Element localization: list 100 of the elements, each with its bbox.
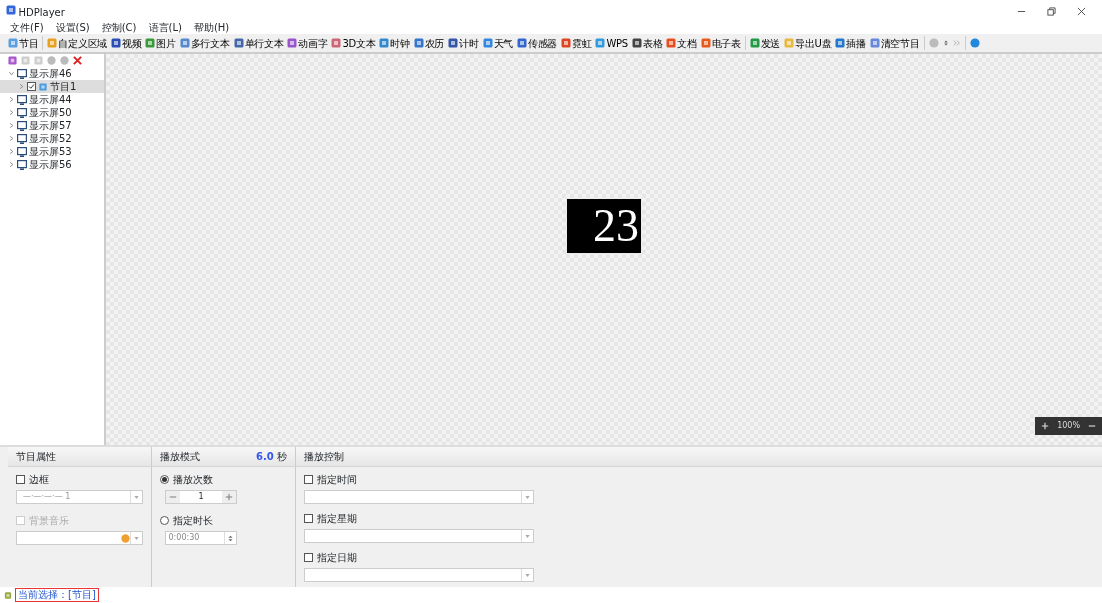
tool-icon (145, 38, 156, 48)
dropdown-arrow-icon (524, 493, 531, 501)
toolbar-button[interactable]: 发送 (747, 34, 783, 52)
led-text: 23 (567, 198, 641, 253)
menu-item[interactable]: 文件(F) (10, 19, 44, 35)
restore-icon (1046, 6, 1056, 16)
tool-icon (331, 38, 342, 48)
spinner-arrows-icon (227, 533, 234, 543)
window-title: HDPlayer (18, 6, 66, 20)
monitor-icon (17, 94, 27, 105)
plus-icon (1041, 422, 1050, 430)
time-field[interactable]: 0:00:30 (165, 531, 237, 545)
toolbar-button[interactable]: 传感器 (514, 34, 560, 52)
close-icon (1076, 6, 1086, 16)
menu-item[interactable]: 控制(C) (101, 19, 137, 35)
menu-item[interactable]: 语言(L) (148, 19, 182, 35)
program-icon (38, 82, 48, 91)
toolbar-button[interactable]: 动画字 (285, 34, 330, 52)
duration-label: 6.0 秒 (256, 450, 287, 464)
panel-title: 播放模式 (160, 450, 200, 464)
check-icon (28, 83, 35, 90)
toolbar-button[interactable]: 多行文本 (177, 34, 232, 52)
toolbar-button[interactable]: 视频 (108, 34, 144, 52)
toolbar-button[interactable]: 节目 (6, 34, 41, 52)
status-text: 当前选择：[节目] (15, 588, 99, 602)
close-icon (73, 56, 82, 65)
tree-item[interactable]: 显示屏46 (0, 67, 104, 80)
close-button[interactable] (73, 56, 82, 65)
tree-item[interactable]: 显示屏56 (0, 158, 104, 171)
dropdown-arrow-icon (133, 534, 140, 542)
tool-icon (749, 38, 760, 48)
tool-icon (448, 38, 459, 48)
tool-icon (179, 38, 190, 48)
toolbar-button[interactable]: 计时 (446, 34, 481, 52)
toolbar-button[interactable]: 单行文本 (231, 34, 286, 52)
dropdown[interactable] (304, 529, 534, 543)
toolbar-button[interactable]: 农历 (411, 34, 447, 52)
tool-icon (110, 38, 121, 48)
app-logo-icon (6, 5, 16, 15)
tool-icon (47, 38, 58, 48)
vertical-arrow-icon (942, 38, 949, 48)
tool-icon (287, 38, 298, 48)
chevron-right-icon (18, 83, 25, 90)
tool-icon (516, 38, 527, 48)
toolbar-button[interactable]: 自定义区域 (45, 34, 109, 52)
checkbox[interactable] (27, 82, 36, 91)
dropdown[interactable] (304, 490, 534, 504)
toolbar-button[interactable]: 清空节目 (867, 34, 922, 52)
toolbar-button[interactable]: WPS (593, 34, 630, 52)
tool-icon (869, 38, 880, 48)
checkbox[interactable]: 指定星期 (304, 511, 1094, 526)
tool-icon (233, 38, 244, 48)
toolbar-button[interactable]: 导出U盘 (782, 34, 834, 52)
toolbar-button[interactable]: 电子表 (698, 34, 743, 52)
circle-icon (969, 38, 980, 48)
tree-item[interactable]: 显示屏57 (0, 119, 104, 132)
menu-item[interactable]: 设置(S) (55, 19, 90, 35)
zoom-label: 100% (1057, 420, 1080, 432)
zoom-out-button[interactable] (1088, 422, 1096, 430)
toolbar-button[interactable]: 图片 (143, 34, 178, 52)
radio-button[interactable]: 指定时长 (160, 513, 287, 528)
tool-icon (8, 38, 18, 48)
dropdown-arrow-icon (524, 571, 531, 579)
tree-item[interactable]: 节目1 (0, 80, 104, 93)
tool-icon (482, 38, 493, 48)
monitor-icon (17, 120, 27, 131)
tool-icon (561, 38, 572, 48)
tool-icon (784, 38, 795, 48)
checkbox[interactable]: 边框 (16, 472, 143, 487)
zoom-in-button[interactable] (1041, 422, 1050, 430)
panel-title: 节目属性 (16, 450, 56, 464)
minus-icon (1088, 422, 1096, 430)
toolbar-button[interactable]: 表格 (629, 34, 665, 52)
toolbar-button[interactable]: 插播 (833, 34, 868, 52)
toolbar-button[interactable]: 霓虹 (559, 34, 594, 52)
chevron-icon (952, 39, 961, 47)
toolbar-button[interactable]: 文档 (664, 34, 699, 52)
tree-item[interactable]: 显示屏44 (0, 93, 104, 106)
tool-icon (700, 38, 711, 48)
radio-button[interactable]: 播放次数 (160, 472, 287, 487)
tool-icon (666, 38, 677, 48)
toolbar-button[interactable]: 天气 (480, 34, 515, 52)
monitor-icon (17, 159, 27, 170)
tree-item[interactable]: 显示屏52 (0, 132, 104, 145)
tool-icon (835, 38, 846, 48)
tree-item[interactable]: 显示屏53 (0, 145, 104, 158)
music-icon (121, 533, 130, 543)
tool-icon (413, 38, 424, 48)
tool-icon (379, 38, 390, 48)
dropdown[interactable] (304, 568, 534, 582)
toolbar-button[interactable]: 3D文本 (329, 34, 378, 52)
tree-item[interactable]: 显示屏50 (0, 106, 104, 119)
music-dropdown[interactable] (16, 531, 143, 545)
checkbox[interactable]: 指定时间 (304, 472, 1094, 487)
dropdown-arrow-icon (133, 493, 140, 501)
toolbar-button[interactable]: 时钟 (377, 34, 412, 52)
checkbox[interactable]: 指定日期 (304, 550, 1094, 565)
monitor-icon (17, 107, 27, 118)
monitor-icon (17, 133, 27, 144)
menu-item[interactable]: 帮助(H) (193, 19, 230, 35)
